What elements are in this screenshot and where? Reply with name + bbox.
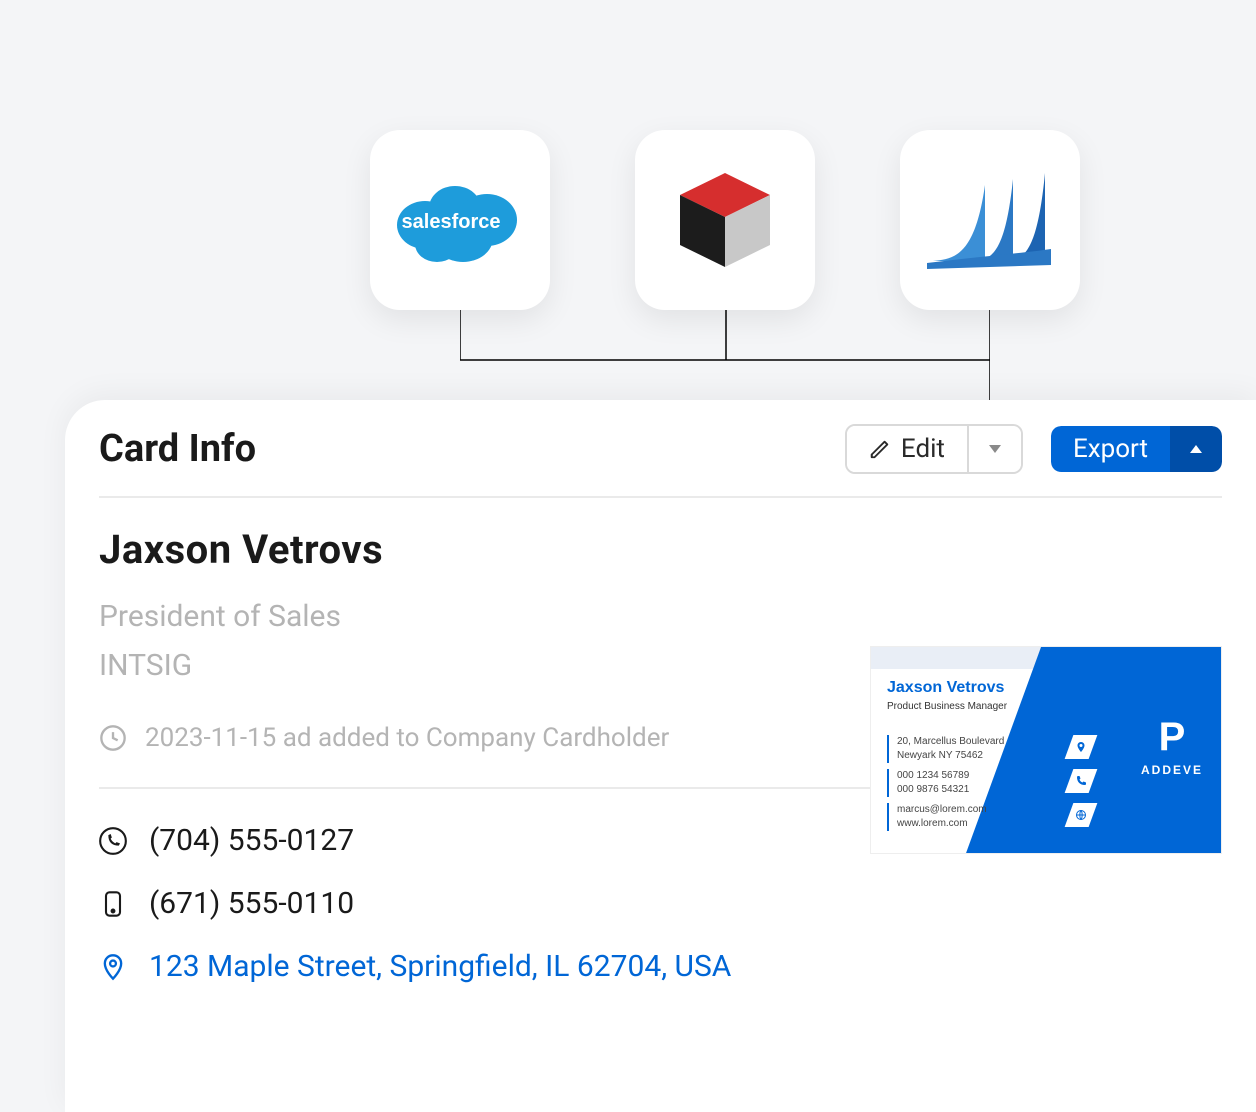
phone-cell-value: (704) 555-0127 [149,823,354,858]
integration-tile-dynamics[interactable] [900,130,1080,310]
panel-title: Card Info [99,427,256,471]
timestamp-text: 2023-11-15 ad added to Company Cardholde… [145,723,669,753]
bizcard-addr1: 20, Marcellus Boulevard [897,735,1004,749]
contact-name: Jaxson Vetrovs [99,526,1256,573]
export-dropdown-button[interactable] [1170,426,1222,472]
integration-tile-salesforce[interactable]: salesforce [370,130,550,310]
dynamics-icon [925,165,1055,275]
caret-up-icon [1188,443,1204,455]
address-row[interactable]: 123 Maple Street, Springfield, IL 62704,… [99,935,1256,998]
bizcard-phone2: 000 9876 54321 [897,783,1004,797]
export-button-group: Export [1051,426,1222,472]
export-button[interactable]: Export [1051,426,1170,472]
location-pin-icon [99,953,127,981]
pencil-icon [869,438,891,460]
bizcard-role: Product Business Manager [887,701,1007,712]
bizcard-email: marcus@lorem.com [897,803,1004,817]
bizcard-brand: P ADDEVE [1141,717,1203,777]
integration-tile-sugarcrm[interactable] [635,130,815,310]
salesforce-icon: salesforce [385,170,535,270]
edit-dropdown-button[interactable] [967,426,1021,472]
contact-title: President of Sales [99,599,1256,634]
export-button-label: Export [1073,434,1148,464]
edit-button-group: Edit [845,424,1023,474]
mobile-icon [99,890,127,918]
svg-text:salesforce: salesforce [402,211,501,233]
address-value: 123 Maple Street, Springfield, IL 62704,… [149,949,731,984]
card-info-panel: Card Info Edit E [65,400,1256,1112]
edit-button-label: Edit [901,434,945,464]
divider [99,496,1222,498]
clock-icon [99,724,127,752]
bizcard-addr2: Newyark NY 75462 [897,749,1004,763]
bizcard-phone1: 000 1234 56789 [897,769,1004,783]
phone-office-value: (671) 555-0110 [149,886,354,921]
cube-icon [670,165,780,275]
edit-button[interactable]: Edit [847,426,967,472]
phone-office-row[interactable]: (671) 555-0110 [99,872,1256,935]
phone-icon [99,827,127,855]
caret-down-icon [987,443,1003,455]
business-card-thumbnail[interactable]: Jaxson Vetrovs Product Business Manager … [870,646,1222,854]
bizcard-web: www.lorem.com [897,817,1004,831]
bizcard-name: Jaxson Vetrovs [887,679,1004,697]
